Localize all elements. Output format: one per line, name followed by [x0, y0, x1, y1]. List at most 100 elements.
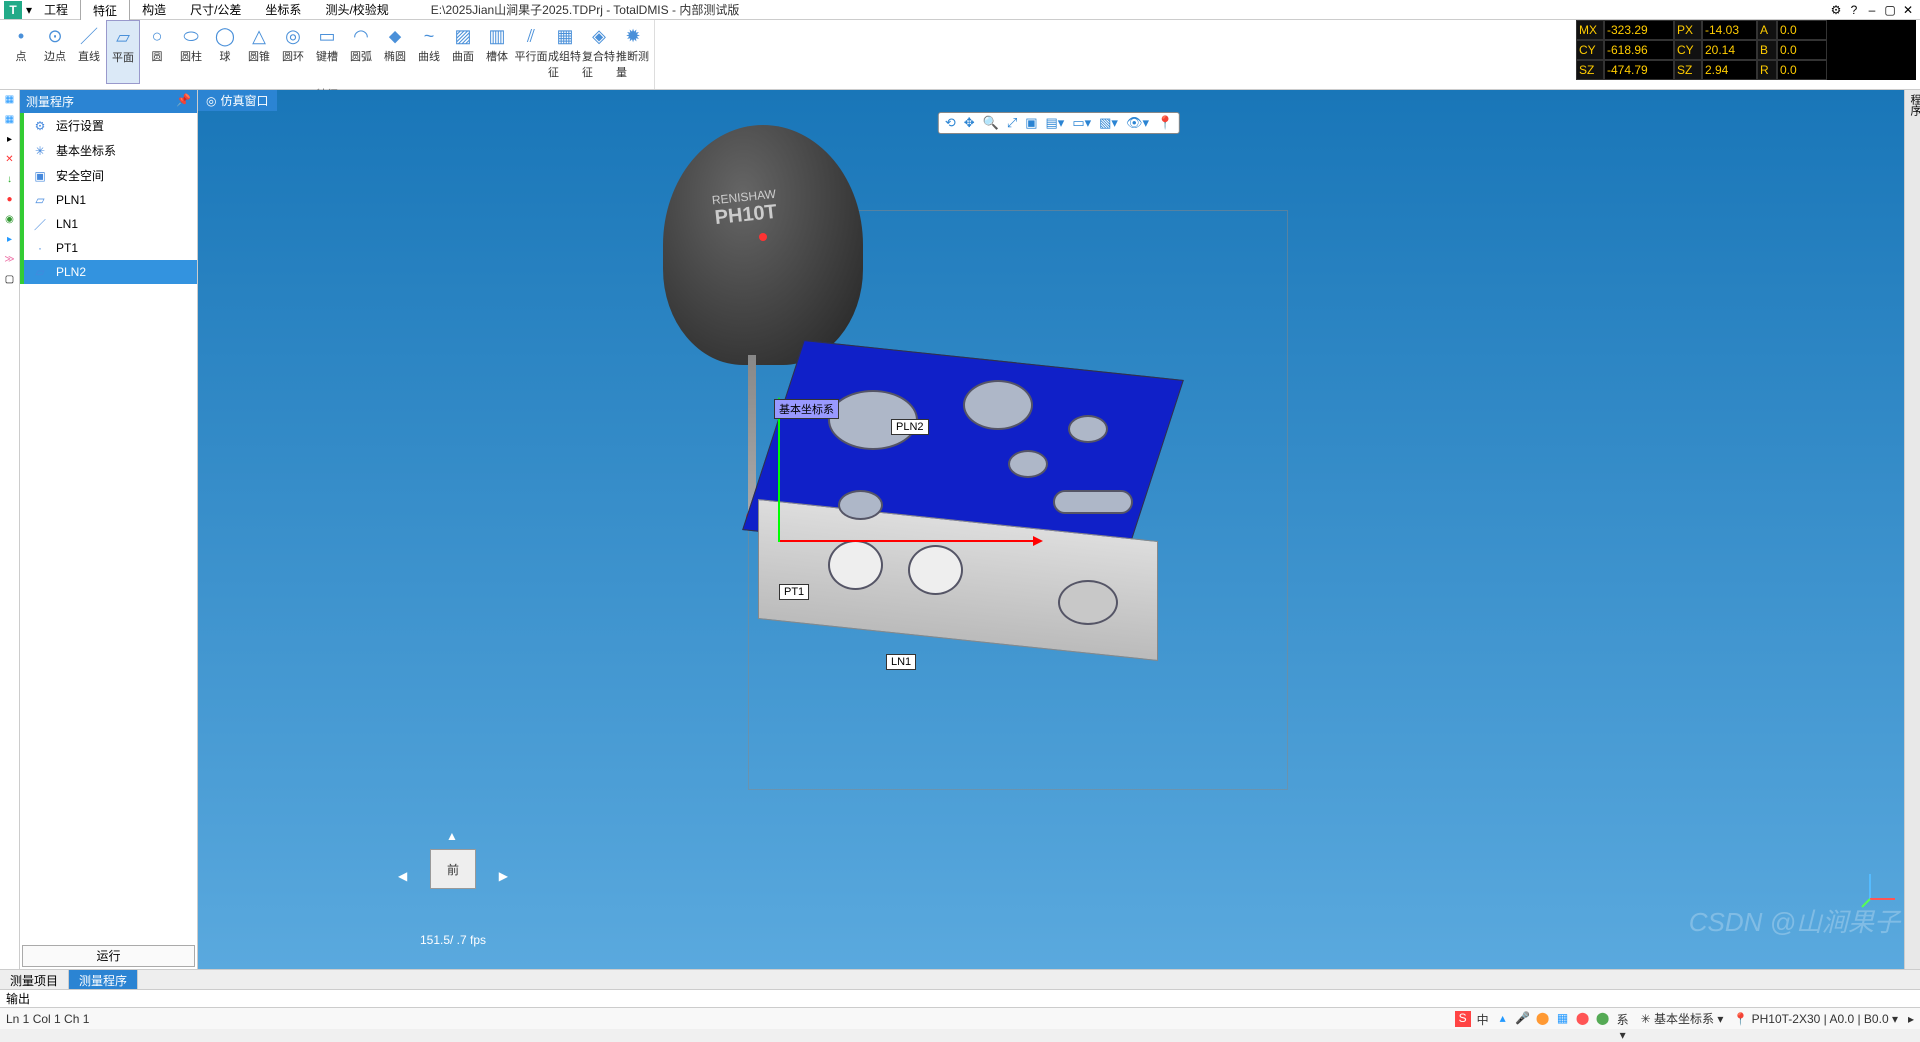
ribbon-平行面[interactable]: ⫽平行面	[514, 20, 548, 84]
ribbon-直线[interactable]: ／直线	[72, 20, 106, 84]
front-hole-1[interactable]	[828, 540, 883, 590]
ribbon-球[interactable]: ◯球	[208, 20, 242, 84]
sb-icon-1[interactable]: ▴	[1495, 1011, 1511, 1027]
side-btn-6[interactable]: ●	[3, 194, 17, 208]
ribbon-键槽[interactable]: ▭键槽	[310, 20, 344, 84]
sb-icon-mic[interactable]: 🎤	[1515, 1011, 1531, 1027]
side-btn-9[interactable]: ≫	[3, 254, 17, 268]
dro-l2: CY	[1674, 40, 1702, 60]
ribbon-圆环[interactable]: ◎圆环	[276, 20, 310, 84]
hole-2[interactable]	[963, 380, 1033, 430]
coord-sys-icon	[1860, 869, 1900, 909]
dro-v2: -14.03	[1702, 20, 1757, 40]
tree-item-基本坐标系[interactable]: ✳基本坐标系	[20, 138, 197, 163]
fps-display: 151.5/ .7 fps	[398, 933, 508, 947]
output-bar[interactable]: 输出	[0, 989, 1920, 1007]
ribbon-边点[interactable]: ⊙边点	[38, 20, 72, 84]
dro-l2: SZ	[1674, 60, 1702, 80]
menu-1[interactable]: 特征	[80, 0, 130, 21]
dro-v1: -618.96	[1604, 40, 1674, 60]
slot-1[interactable]	[1053, 490, 1133, 514]
tree-item-PLN1[interactable]: ▱PLN1	[20, 188, 197, 212]
menu-5[interactable]: 测头/校验规	[313, 0, 400, 21]
window-controls: ⚙ ? – ▢ ✕	[1828, 3, 1920, 17]
app-icon[interactable]: T	[4, 1, 22, 19]
side-btn-1[interactable]: ▦	[3, 94, 17, 108]
status-coord[interactable]: ✳ 基本坐标系 ▾	[1641, 1010, 1724, 1027]
right-sidebar-label[interactable]: 程序	[1905, 90, 1920, 120]
tree-item-LN1[interactable]: ／LN1	[20, 212, 197, 236]
menu-4[interactable]: 坐标系	[253, 0, 313, 21]
front-hole-3[interactable]	[1058, 580, 1118, 625]
label-pt1[interactable]: PT1	[779, 584, 809, 600]
sb-icon-6[interactable]: 系▾	[1615, 1011, 1631, 1027]
label-ln1[interactable]: LN1	[886, 654, 916, 670]
dro-l1: SZ	[1576, 60, 1604, 80]
side-btn-10[interactable]: ▢	[3, 274, 17, 288]
ribbon-圆弧[interactable]: ◠圆弧	[344, 20, 378, 84]
nav-cube[interactable]: ▲ ◀ ▶ 前 151.5/ .7 fps	[398, 829, 508, 929]
ribbon-圆锥[interactable]: △圆锥	[242, 20, 276, 84]
ribbon-点[interactable]: •点	[4, 20, 38, 84]
side-btn-7[interactable]: ◉	[3, 214, 17, 228]
tree-item-运行设置[interactable]: ⚙运行设置	[20, 113, 197, 138]
menu-3[interactable]: 尺寸/公差	[178, 0, 253, 21]
ribbon-椭圆[interactable]: ⬥椭圆	[378, 20, 412, 84]
label-coord-sys[interactable]: 基本坐标系	[774, 399, 839, 419]
ribbon-成组特征[interactable]: ▦成组特征	[548, 20, 582, 84]
front-hole-2[interactable]	[908, 545, 963, 595]
panel-pin-icon[interactable]: 📌	[176, 93, 191, 110]
nav-cube-face[interactable]: 前	[430, 849, 476, 889]
menu-2[interactable]: 构造	[130, 0, 178, 21]
sb-ime-label[interactable]: 中	[1475, 1011, 1491, 1027]
hole-3[interactable]	[1008, 450, 1048, 478]
ribbon-圆[interactable]: ○圆	[140, 20, 174, 84]
bottom-tab-0[interactable]: 测量项目	[0, 970, 69, 989]
tree-item-PLN2[interactable]: ▱PLN2	[20, 260, 197, 284]
sb-icon-4[interactable]: ⬤	[1575, 1011, 1591, 1027]
right-sidebar[interactable]: 程序	[1904, 90, 1920, 969]
tree-icon: ▱	[30, 264, 50, 280]
side-btn-2[interactable]: ▦	[3, 114, 17, 128]
close-icon[interactable]: ✕	[1900, 3, 1916, 17]
tree-item-安全空间[interactable]: ▣安全空间	[20, 163, 197, 188]
side-btn-8[interactable]: ▸	[3, 234, 17, 248]
ribbon-圆柱[interactable]: ⬭圆柱	[174, 20, 208, 84]
help-icon[interactable]: ?	[1846, 3, 1862, 17]
ribbon-槽体[interactable]: ▥槽体	[480, 20, 514, 84]
ribbon-平面[interactable]: ▱平面	[106, 20, 140, 84]
sb-icon-3[interactable]: ▦	[1555, 1011, 1571, 1027]
minimize-icon[interactable]: –	[1864, 3, 1880, 17]
dro-v3: 0.0	[1777, 60, 1827, 80]
menu-0[interactable]: 工程	[32, 0, 80, 21]
ribbon-曲面[interactable]: ▨曲面	[446, 20, 480, 84]
status-probe[interactable]: 📍 PH10T-2X30 | A0.0 | B0.0 ▾	[1733, 1012, 1898, 1026]
viewport-tab[interactable]: ◎ 仿真窗口	[198, 90, 277, 111]
status-pos: Ln 1 Col 1 Ch 1	[6, 1012, 1445, 1026]
dro-l2: PX	[1674, 20, 1702, 40]
run-button[interactable]: 运行	[22, 945, 195, 967]
hole-5[interactable]	[838, 490, 883, 520]
status-end-icon[interactable]: ▸	[1908, 1012, 1914, 1026]
dro-v1: -474.79	[1604, 60, 1674, 80]
maximize-icon[interactable]: ▢	[1882, 3, 1898, 17]
viewport-3d[interactable]: ◎ 仿真窗口 ⟲ ✥ 🔍 ⤢ ▣ ▤▾ ▭▾ ▧▾ 👁▾ 📍 RENISHAW …	[198, 90, 1920, 969]
dro-v3: 0.0	[1777, 40, 1827, 60]
tree-icon: ·	[30, 240, 50, 256]
label-pln2[interactable]: PLN2	[891, 419, 929, 435]
sb-icon-5[interactable]: ⬤	[1595, 1011, 1611, 1027]
ribbon-推断测量[interactable]: ✹推断测量	[616, 20, 650, 84]
side-btn-4[interactable]: ✕	[3, 154, 17, 168]
side-btn-5[interactable]: ↓	[3, 174, 17, 188]
ribbon-复合特征[interactable]: ◈复合特征	[582, 20, 616, 84]
sb-icon-2[interactable]: ⬤	[1535, 1011, 1551, 1027]
settings-icon[interactable]: ⚙	[1828, 3, 1844, 17]
bottom-tab-1[interactable]: 测量程序	[69, 970, 138, 989]
sb-ime-icon[interactable]: S	[1455, 1011, 1471, 1027]
ribbon: •点⊙边点／直线▱平面○圆⬭圆柱◯球△圆锥◎圆环▭键槽◠圆弧⬥椭圆~曲线▨曲面▥…	[0, 20, 1920, 90]
ribbon-曲线[interactable]: ~曲线	[412, 20, 446, 84]
status-icons: S 中 ▴ 🎤 ⬤ ▦ ⬤ ⬤ 系▾	[1455, 1011, 1631, 1027]
tree-item-PT1[interactable]: ·PT1	[20, 236, 197, 260]
side-btn-3[interactable]: ▸	[3, 134, 17, 148]
hole-4[interactable]	[1068, 415, 1108, 443]
